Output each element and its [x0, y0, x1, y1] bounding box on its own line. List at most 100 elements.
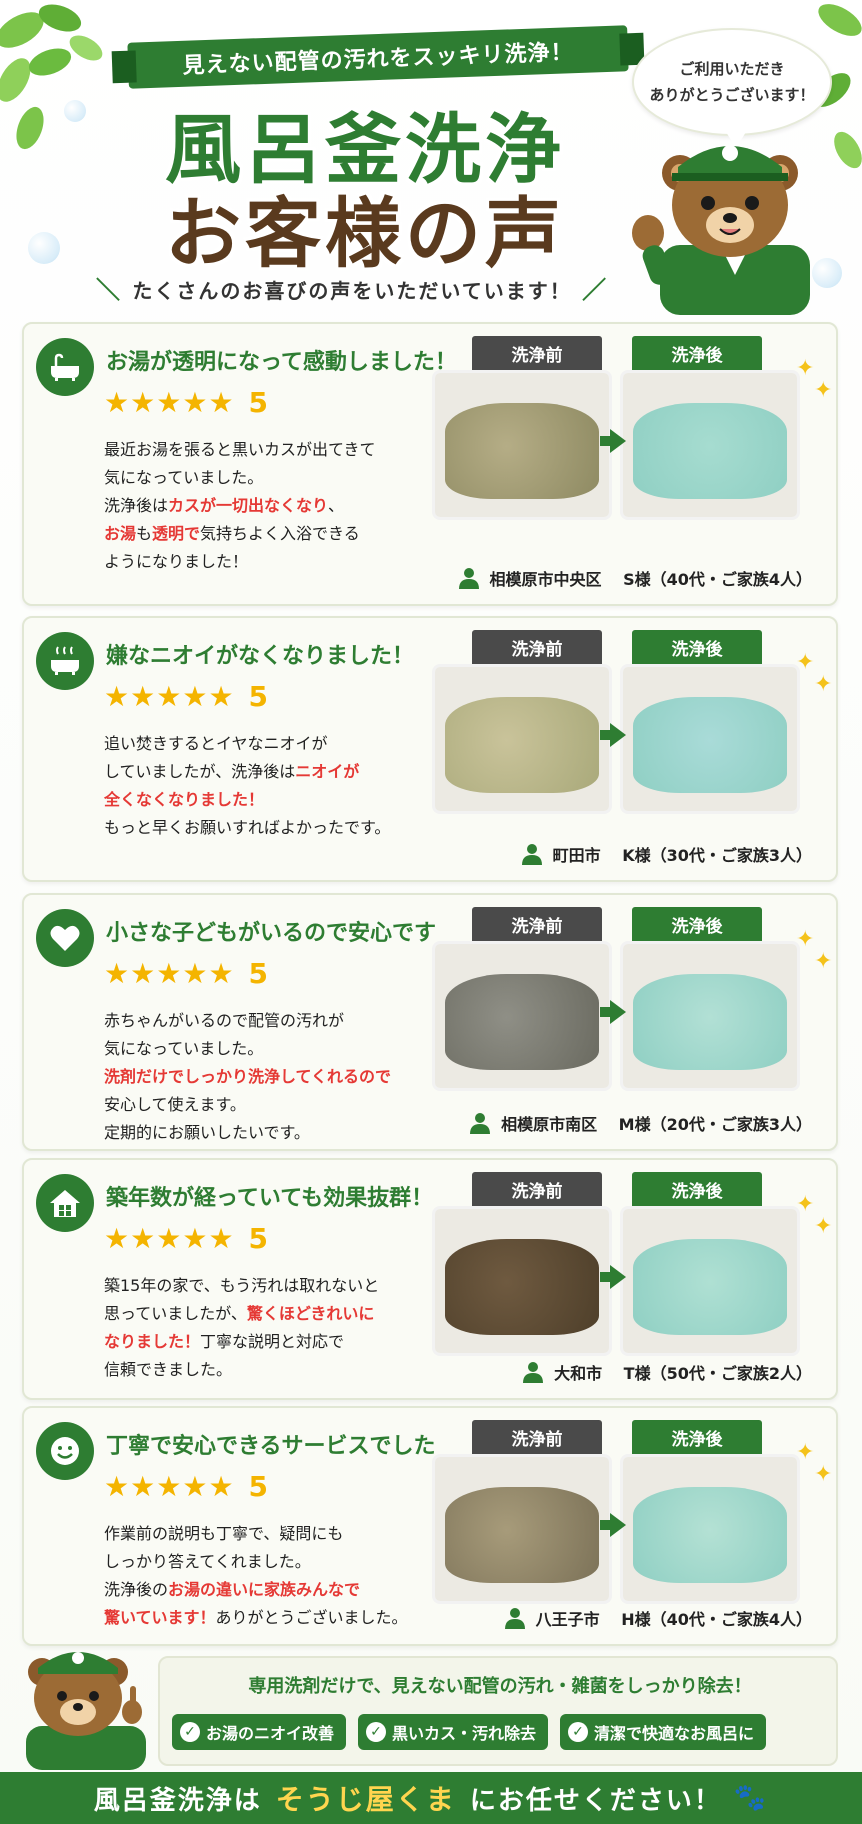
review-title: 丁寧で安心できるサービスでした: [106, 1434, 436, 1459]
review-text: ありがとうございました。: [215, 1608, 408, 1627]
header-banner: 見えない配管の汚れをスッキリ洗浄！: [127, 25, 629, 89]
dirty-water-image: [432, 1206, 612, 1356]
sparkle-icon: ✦: [796, 356, 815, 381]
review-body: 追い焚きするとイヤなニオイが していましたが、洗浄後はニオイが 全くなくなりまし…: [104, 730, 434, 842]
sparkle-icon: ✦: [796, 927, 815, 952]
after-label: 洗浄後: [632, 907, 762, 941]
review-text: も: [136, 524, 153, 543]
customer-name: 相模原市中央区 S様（40代・ご家族4人）: [489, 570, 813, 589]
after-photo: 洗浄後: [620, 628, 800, 824]
person-icon: [521, 844, 542, 865]
review-title: 嫌なニオイがなくなりました！: [106, 644, 415, 669]
benefit-chip: ✓ 清潔で快適なお風呂に: [560, 1714, 767, 1750]
person-icon: [523, 1362, 544, 1383]
review-title: 築年数が経っていても効果抜群！: [106, 1186, 434, 1211]
arrow-icon: [610, 1513, 626, 1537]
star-icon: ★: [156, 385, 182, 419]
after-label: 洗浄後: [632, 1172, 762, 1206]
star-icon: ★: [130, 1221, 156, 1255]
star-rating: ★ ★ ★ ★ ★ 5: [104, 957, 268, 990]
star-icon: ★: [156, 1469, 182, 1503]
water-image: [445, 974, 599, 1070]
customer-name: 大和市 T様（50代・ご家族2人）: [554, 1364, 812, 1383]
after-photo: 洗浄後: [620, 1418, 800, 1614]
review-body: 最近お湯を張ると黒いカスが出てきて 気になっていました。 洗浄後はカスが一切出な…: [104, 436, 434, 576]
water-image: [445, 1487, 599, 1583]
star-icon: ★: [104, 1221, 130, 1255]
speech-line1: ご利用いただき: [679, 60, 785, 78]
water-image: [633, 403, 787, 499]
water-image: [445, 697, 599, 793]
before-label: 洗浄前: [472, 907, 602, 941]
clean-water-image: [620, 370, 800, 520]
footer-suffix: にお任せください！: [469, 1785, 722, 1816]
star-icon: ★: [130, 385, 156, 419]
arrow-icon: [610, 1265, 626, 1289]
review-card: 嫌なニオイがなくなりました！ ★ ★ ★ ★ ★ 5 追い焚きするとイヤなニオイが していまし…: [22, 616, 838, 882]
star-icon: ★: [156, 1221, 182, 1255]
sparkle-icon: ✦: [796, 650, 815, 675]
star-icon: ★: [130, 956, 156, 990]
star-icon: ★: [182, 1221, 208, 1255]
review-card: お湯が透明になって感動しました！ ★ ★ ★ ★ ★ 5 最近お湯を張ると黒いカスが出てきて …: [22, 322, 838, 606]
clean-water-image: [620, 941, 800, 1091]
review-title: 小さな子どもがいるので安心です: [106, 921, 437, 946]
promo-box: 専用洗剤だけで、見えない配管の汚れ・雑菌をしっかり除去！ ✓ お湯のニオイ改善 ✓…: [158, 1656, 838, 1766]
customer-name: 八王子市 H様（40代・ご家族4人）: [535, 1610, 812, 1629]
customer-info: 八王子市 H様（40代・ご家族4人）: [504, 1606, 812, 1630]
sparkle-icon: ✦: [796, 1440, 815, 1465]
clean-water-image: [620, 1206, 800, 1356]
bear-mascot-waving: [632, 145, 810, 315]
review-title: お湯が透明になって感動しました！: [106, 350, 457, 375]
review-highlight: 洗剤だけでしっかり洗浄してくれるので: [104, 1067, 392, 1086]
before-photo: 洗浄前: [432, 905, 612, 1101]
customer-info: 相模原市南区 M様（20代・ご家族3人）: [469, 1111, 812, 1135]
water-image: [445, 1239, 599, 1335]
before-photo: 洗浄前: [432, 1170, 612, 1366]
water-image: [445, 403, 599, 499]
star-icon: ★: [208, 679, 234, 713]
page-subtitle: ＼ たくさんのお喜びの声をいただいています！ ／: [96, 270, 608, 305]
rating-value: 5: [248, 386, 269, 419]
star-rating: ★ ★ ★ ★ ★ 5: [104, 1222, 268, 1255]
dirty-water-image: [432, 370, 612, 520]
review-card: 小さな子どもがいるので安心です ★ ★ ★ ★ ★ 5 赤ちゃんがいるので配管の汚れが 気にな…: [22, 893, 838, 1151]
check-icon: ✓: [568, 1722, 589, 1742]
heart-icon: [36, 909, 94, 967]
star-icon: ★: [104, 679, 130, 713]
sparkle-icon: ✦: [814, 672, 833, 697]
sparkle-icon: ✦: [814, 1462, 833, 1487]
after-photo: 洗浄後: [620, 334, 800, 530]
before-photo: 洗浄前: [432, 1418, 612, 1614]
sparkle-icon: ✦: [796, 1192, 815, 1217]
dirty-water-image: [432, 664, 612, 814]
promo-title: 専用洗剤だけで、見えない配管の汚れ・雑菌をしっかり除去！: [248, 1676, 752, 1697]
rating-value: 5: [248, 1470, 269, 1503]
review-text: もっと早くお願いすればよかったです。: [104, 818, 391, 837]
star-icon: ★: [208, 1469, 234, 1503]
review-card: 丁寧で安心できるサービスでした ★ ★ ★ ★ ★ 5 作業前の説明も丁寧で、疑問にも しっか…: [22, 1406, 838, 1646]
after-photo: 洗浄後: [620, 1170, 800, 1366]
customer-info: 相模原市中央区 S様（40代・ご家族4人）: [458, 566, 813, 590]
customer-name: 相模原市南区 M様（20代・ご家族3人）: [501, 1115, 812, 1134]
before-label: 洗浄前: [472, 1172, 602, 1206]
dirty-water-image: [432, 941, 612, 1091]
star-icon: ★: [182, 385, 208, 419]
review-highlight: カスが一切出なくなり: [168, 496, 329, 515]
star-icon: ★: [130, 679, 156, 713]
smile-icon: [36, 1422, 94, 1480]
review-text: 安心して使えます。 定期的にお願いしたいです。: [104, 1095, 310, 1142]
benefit-chip-label: お湯のニオイ改善: [206, 1724, 335, 1743]
review-highlight: 透明で: [152, 524, 201, 543]
review-text: 、: [328, 496, 345, 515]
after-photo: 洗浄後: [620, 905, 800, 1101]
person-icon: [504, 1608, 525, 1629]
benefit-chip: ✓ 黒いカス・汚れ除去: [358, 1714, 549, 1750]
before-photo: 洗浄前: [432, 334, 612, 530]
steaming-bathtub-icon: [36, 632, 94, 690]
clean-water-image: [620, 664, 800, 814]
subtitle-text: たくさんのお喜びの声をいただいています！: [132, 279, 572, 303]
star-icon: ★: [156, 956, 182, 990]
review-text: 赤ちゃんがいるので配管の汚れが 気になっていました。: [104, 1011, 345, 1058]
person-icon: [470, 1113, 491, 1134]
